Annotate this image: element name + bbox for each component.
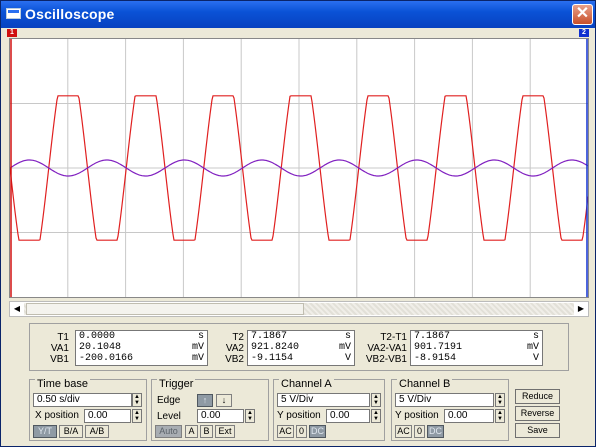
channel-a-ypos-spinner-icon[interactable]: ▲ ▼ (371, 409, 381, 423)
va2va1-row: 901.7191 mV (411, 342, 542, 353)
t1-row: 0.0000 s (76, 331, 207, 342)
trigger-auto-button[interactable]: Auto (155, 425, 182, 438)
channel-b-ypos-label: Y position (395, 410, 439, 421)
channel-a-scale-field[interactable]: 5 V/Div (277, 393, 370, 407)
cursor-marker-bar: 1 2 (5, 29, 591, 38)
va2-value: 921.8240 (251, 342, 300, 353)
va1-value: 20.1048 (79, 342, 122, 353)
channel-b-ypos-field[interactable]: 0.00 (444, 409, 494, 423)
channel-b-group: Channel B 5 V/Div ▲ ▼ Y position 0.00 ▲ ▼ … (391, 378, 509, 441)
rising-edge-icon[interactable]: ↑ (197, 394, 213, 407)
t2t1-value: 7.1867 (414, 331, 451, 342)
channel-a-ac-button[interactable]: AC (277, 425, 294, 438)
channel-a-group: Channel A 5 V/Div ▲ ▼ Y position 0.00 ▲ ▼ … (273, 378, 385, 441)
reverse-button[interactable]: Reverse (515, 406, 560, 421)
trigger-a-button[interactable]: A (185, 425, 198, 438)
cursor-2-values: 7.1867 s 921.8240 mV -9.1154 V (247, 330, 355, 366)
scope-display (9, 38, 589, 298)
waveform-plot (10, 39, 588, 297)
xpos-field[interactable]: 0.00 (84, 409, 131, 423)
channel-a-title: Channel A (279, 378, 334, 390)
t2t1-unit: s (532, 331, 539, 342)
va2va1-unit: mV (526, 342, 539, 353)
close-button[interactable]: ✕ (572, 4, 593, 25)
vb2-unit: V (344, 353, 351, 364)
window-icon (6, 8, 21, 19)
vb2-value: -9.1154 (251, 353, 294, 364)
t2-unit: s (344, 331, 351, 342)
oscilloscope-window: Oscilloscope ✕ 1 2 ◀ ▶ T1 VA1 VB1 0.0000… (0, 0, 596, 447)
channel-a-zero-button[interactable]: 0 (296, 425, 307, 438)
channel-a-dc-button[interactable]: DC (309, 425, 326, 438)
vb1-value: -200.0166 (79, 353, 134, 364)
window-title: Oscilloscope (25, 6, 115, 22)
channel-a-ypos-field[interactable]: 0.00 (326, 409, 370, 423)
va2va1-label: VA2-VA1 (367, 343, 407, 354)
level-label: Level (157, 411, 181, 422)
scroll-left-arrow-icon[interactable]: ◀ (10, 302, 24, 316)
va1-row: 20.1048 mV (76, 342, 207, 353)
timebase-scale-spinner-icon[interactable]: ▲ ▼ (132, 393, 142, 407)
va2va1-value: 901.7191 (414, 342, 463, 353)
timebase-title: Time base (35, 378, 90, 390)
t1-value: 0.0000 (79, 331, 116, 342)
title-bar[interactable]: Oscilloscope ✕ (1, 1, 595, 28)
channel-b-title: Channel B (397, 378, 453, 390)
vb2vb1-label: VB2-VB1 (365, 354, 407, 365)
trigger-level-field[interactable]: 0.00 (197, 409, 244, 423)
vb2vb1-row: -8.9154 V (411, 353, 542, 364)
t2-row: 7.1867 s (248, 331, 354, 342)
cursor-1-marker[interactable]: 1 (7, 29, 17, 37)
channel-b-dc-button[interactable]: DC (427, 425, 444, 438)
channel-b-scale-field[interactable]: 5 V/Div (395, 393, 494, 407)
xpos-label: X position (35, 410, 79, 421)
ab-mode-button[interactable]: A/B (85, 425, 109, 438)
vb2vb1-value: -8.9154 (414, 353, 457, 364)
measurement-readout: T1 VA1 VB1 0.0000 s 20.1048 mV -200.0166 mV… (29, 323, 569, 371)
xpos-spinner-icon[interactable]: ▲ ▼ (132, 409, 142, 423)
t2t1-label: T2-T1 (380, 332, 407, 343)
delta-values: 7.1867 s 901.7191 mV -8.9154 V (410, 330, 543, 366)
t2-value: 7.1867 (251, 331, 288, 342)
edge-label: Edge (157, 395, 181, 406)
ba-mode-button[interactable]: B/A (59, 425, 83, 438)
channel-b-zero-button[interactable]: 0 (414, 425, 425, 438)
t2-label: T2 (232, 332, 244, 343)
va2-label: VA2 (225, 343, 244, 354)
scroll-thumb[interactable] (26, 303, 304, 315)
timebase-scale-field[interactable]: 0.50 s/div (33, 393, 132, 407)
channel-b-ac-button[interactable]: AC (395, 425, 412, 438)
t2t1-row: 7.1867 s (411, 331, 542, 342)
t1-label: T1 (57, 332, 69, 343)
vb2-row: -9.1154 V (248, 353, 354, 364)
vb2-label: VB2 (225, 354, 244, 365)
trigger-title: Trigger (157, 378, 196, 390)
save-button[interactable]: Save (515, 423, 560, 438)
horizontal-scrollbar[interactable]: ◀ ▶ (9, 301, 589, 317)
timebase-group: Time base 0.50 s/div ▲ ▼ X position 0.00 … (29, 378, 147, 441)
channel-a-scale-spinner-icon[interactable]: ▲ ▼ (371, 393, 381, 407)
va1-label: VA1 (50, 343, 69, 354)
channel-a-ypos-label: Y position (277, 410, 321, 421)
trigger-group: Trigger Edge ↑ ↓ Level 0.00 ▲ ▼ Auto A B … (151, 378, 269, 441)
reduce-button[interactable]: Reduce (515, 389, 560, 404)
va2-unit: mV (338, 342, 351, 353)
channel-b-scale-spinner-icon[interactable]: ▲ ▼ (495, 393, 505, 407)
falling-edge-icon[interactable]: ↓ (216, 394, 232, 407)
trigger-level-spinner-icon[interactable]: ▲ ▼ (245, 409, 255, 423)
trigger-b-button[interactable]: B (200, 425, 213, 438)
trigger-ext-button[interactable]: Ext (215, 425, 235, 438)
cursor-2-marker[interactable]: 2 (579, 29, 589, 37)
vb1-label: VB1 (50, 354, 69, 365)
vb1-row: -200.0166 mV (76, 353, 207, 364)
va2-row: 921.8240 mV (248, 342, 354, 353)
cursor-1-values: 0.0000 s 20.1048 mV -200.0166 mV (75, 330, 208, 366)
vb2vb1-unit: V (532, 353, 539, 364)
yt-mode-button[interactable]: Y/T (33, 425, 57, 438)
channel-b-ypos-spinner-icon[interactable]: ▲ ▼ (495, 409, 505, 423)
scroll-right-arrow-icon[interactable]: ▶ (574, 302, 588, 316)
